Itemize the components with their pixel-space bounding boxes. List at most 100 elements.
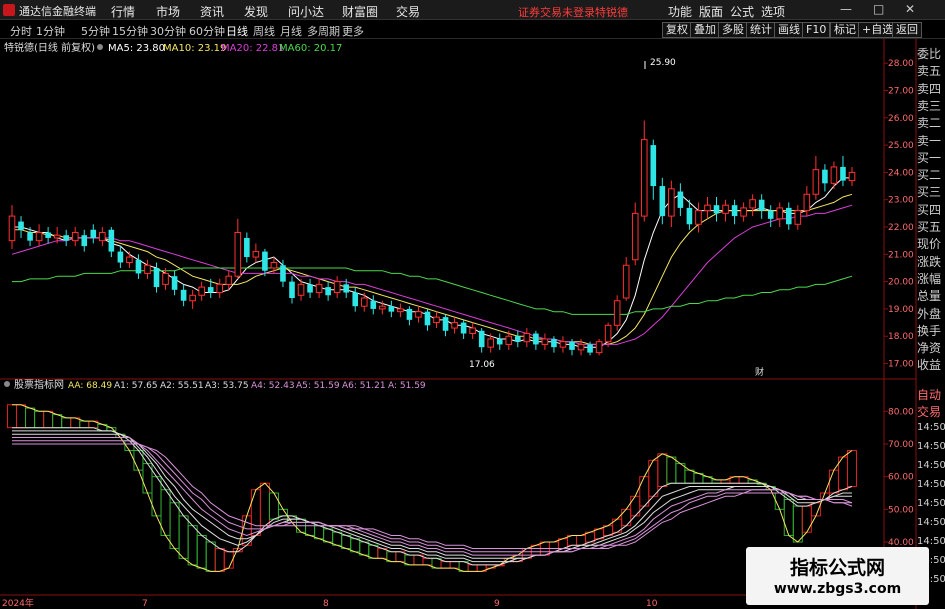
minimize-icon[interactable]: — — [840, 2, 852, 16]
overlay-button[interactable]: 叠加 — [690, 22, 720, 38]
candle-body-up — [794, 210, 802, 225]
side-panel-time: 14:50 — [917, 460, 945, 471]
menu-item-ask-xiaoda[interactable]: 问小达 — [288, 3, 324, 20]
tab-intraday[interactable]: 分时 — [10, 23, 32, 39]
mark-button[interactable]: 标记 — [830, 22, 860, 38]
candle-body-up — [848, 171, 856, 182]
side-panel-time: 14:50 — [917, 536, 945, 547]
multi-stock-button[interactable]: 多股 — [718, 22, 748, 38]
candle-body-up — [297, 283, 305, 296]
indicator-y-tick-label: 70.00 — [888, 440, 914, 450]
candle-body-down — [117, 251, 124, 263]
indicator-settings-dot-icon[interactable] — [4, 381, 10, 387]
watermark-url: www.zbgs3.com — [773, 581, 902, 597]
main-y-tick-label: 26.00 — [888, 114, 914, 124]
candle-body-up — [505, 335, 513, 345]
main-y-tick-label: 27.00 — [888, 86, 914, 96]
main-y-tick-label: 20.00 — [888, 278, 914, 288]
candle-body-down — [650, 145, 657, 187]
candle-body-up — [433, 316, 440, 324]
x-label-aug: 8 — [323, 599, 329, 609]
menu-item-functions[interactable]: 功能 — [668, 3, 692, 20]
candle-body-up — [622, 264, 630, 299]
candle-body-up — [333, 281, 341, 294]
candle-body-down — [551, 338, 557, 348]
candle-body-up — [830, 166, 838, 184]
menu-item-quotes[interactable]: 行情 — [111, 3, 135, 20]
side-panel-row: 买二 — [917, 168, 942, 183]
site-watermark: 指标公式网 www.zbgs3.com — [746, 547, 929, 605]
candle-body-down — [45, 232, 51, 238]
indicator-y-tick-label: 50.00 — [888, 505, 914, 515]
tab-more[interactable]: 更多 — [342, 23, 364, 39]
side-panel-action[interactable]: 交易 — [917, 403, 945, 420]
tab-15min[interactable]: 15分钟 — [112, 23, 148, 39]
x-label-oct: 10 — [646, 599, 658, 609]
side-panel-row: 卖三 — [917, 98, 942, 113]
x-label-sep: 9 — [494, 599, 500, 609]
legend-a5: A5: 51.59 — [296, 381, 340, 391]
candle-body-up — [189, 294, 196, 302]
candle-body-up — [360, 297, 368, 307]
menu-item-options[interactable]: 选项 — [761, 3, 785, 20]
candle-body-up — [126, 256, 133, 264]
candle-body-up — [613, 300, 621, 326]
draw-line-button[interactable]: 画线 — [774, 22, 804, 38]
candle-body-up — [595, 341, 603, 354]
menu-item-wealth-circle[interactable]: 财富圈 — [342, 3, 378, 20]
adjust-button[interactable]: 复权 — [662, 22, 692, 38]
x-label-jul: 7 — [142, 599, 148, 609]
menu-item-layout[interactable]: 版面 — [699, 3, 723, 20]
chart-area[interactable]: 特锐德(日线 前复权) MA5: 23.80 MA10: 23.19 MA20:… — [0, 39, 945, 609]
menu-item-market[interactable]: 市场 — [156, 3, 180, 20]
candle-body-down — [767, 210, 774, 219]
candle-body-down — [587, 344, 593, 353]
statistics-button[interactable]: 统计 — [746, 22, 776, 38]
candle-body-down — [180, 289, 187, 301]
tab-30min[interactable]: 30分钟 — [150, 23, 186, 39]
f10-button[interactable]: F10 — [802, 22, 831, 38]
tab-multi-period[interactable]: 多周期 — [307, 23, 340, 39]
candle-body-up — [252, 251, 260, 258]
tab-5min[interactable]: 5分钟 — [81, 23, 110, 39]
side-panel-time: 14:50 — [917, 422, 945, 433]
candle — [613, 295, 621, 331]
candle — [595, 338, 603, 356]
menu-item-discover[interactable]: 发现 — [244, 3, 268, 20]
side-panel-row: 总量 — [917, 289, 942, 304]
app-logo-icon — [3, 4, 15, 16]
side-panel-row: 买三 — [917, 185, 942, 200]
side-panel-row: 卖二 — [917, 116, 942, 131]
candle-body-up — [640, 139, 648, 217]
candle-body-down — [659, 186, 666, 217]
candle-body-up — [740, 207, 747, 217]
candle-body-down — [108, 229, 115, 252]
tab-daily[interactable]: 日线 — [226, 23, 248, 39]
main-y-tick-label: 28.00 — [888, 59, 914, 69]
menu-item-trade[interactable]: 交易 — [396, 3, 420, 20]
close-icon[interactable]: ✕ — [905, 2, 915, 16]
candle-body-up — [776, 207, 784, 220]
back-button[interactable]: 返回 — [892, 22, 922, 38]
candle-body-down — [677, 191, 684, 208]
tab-monthly[interactable]: 月线 — [280, 23, 302, 39]
restore-icon[interactable]: □ — [873, 2, 884, 16]
menu-item-formula[interactable]: 公式 — [730, 3, 754, 20]
main-chart-title: 特锐德(日线 前复权) — [4, 41, 95, 54]
login-status[interactable]: 证券交易未登录 — [518, 4, 595, 20]
tab-60min[interactable]: 60分钟 — [189, 23, 225, 39]
x-label-2024: 2024年 — [2, 597, 34, 609]
candle-body-down — [135, 259, 142, 274]
tab-weekly[interactable]: 周线 — [253, 23, 275, 39]
side-panel-action[interactable]: 自动 — [917, 386, 945, 403]
candle-body-up — [270, 262, 278, 269]
settings-dot-icon[interactable] — [97, 44, 103, 50]
menu-item-news[interactable]: 资讯 — [200, 3, 224, 20]
candle-body-up — [99, 231, 106, 242]
main-y-tick-label: 18.00 — [888, 332, 914, 342]
side-panel-row: 买一 — [917, 150, 942, 165]
tab-1min[interactable]: 1分钟 — [36, 23, 65, 39]
finance-marker[interactable]: 财 — [755, 366, 764, 378]
candle-body-up — [198, 286, 205, 296]
legend-a4: A4: 52.43 — [251, 381, 295, 391]
